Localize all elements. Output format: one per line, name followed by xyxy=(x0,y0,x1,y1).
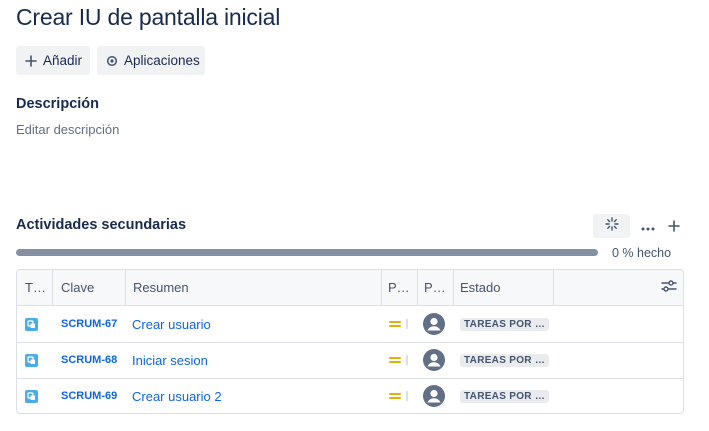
apps-button[interactable]: Aplicaciones xyxy=(97,46,205,75)
column-settings-button[interactable] xyxy=(653,270,683,305)
subtasks-table: T… Clave Resumen P… P… Estado SCRUM-67 C… xyxy=(16,269,684,414)
avatar[interactable] xyxy=(423,378,445,413)
sliders-icon xyxy=(661,279,677,296)
apps-button-label: Aplicaciones xyxy=(124,53,200,68)
column-header-type[interactable]: T… xyxy=(17,270,52,305)
status-badge[interactable]: TAREAS POR … xyxy=(460,342,550,378)
column-header-status[interactable]: Estado xyxy=(453,270,553,305)
more-actions-button[interactable] xyxy=(640,216,656,236)
subtask-type-icon xyxy=(25,342,52,378)
subtask-type-icon xyxy=(25,378,52,413)
issue-key-link[interactable]: SCRUM-69 xyxy=(61,378,117,413)
plus-icon xyxy=(668,215,680,238)
plus-icon xyxy=(25,54,37,68)
status-label: TAREAS POR … xyxy=(460,317,550,331)
description-editor[interactable]: Editar descripción xyxy=(16,122,119,137)
description-heading: Descripción xyxy=(16,96,99,112)
status-label: TAREAS POR … xyxy=(460,389,550,403)
priority-medium-icon xyxy=(389,342,408,378)
table-row[interactable]: SCRUM-69 Crear usuario 2 TAREAS POR … xyxy=(17,378,683,413)
status-label: TAREAS POR … xyxy=(460,353,550,367)
column-header-key[interactable]: Clave xyxy=(52,270,125,305)
apps-icon xyxy=(106,54,118,68)
issue-summary-link[interactable]: Crear usuario 2 xyxy=(132,378,222,413)
column-header-priority[interactable]: P… xyxy=(381,270,417,305)
issue-key-link[interactable]: SCRUM-68 xyxy=(61,342,117,378)
priority-medium-icon xyxy=(389,378,408,413)
issue-summary-link[interactable]: Crear usuario xyxy=(132,306,211,342)
add-button-label: Añadir xyxy=(43,53,83,68)
status-badge[interactable]: TAREAS POR … xyxy=(460,306,550,342)
issue-title[interactable]: Crear IU de pantalla inicial xyxy=(16,4,280,31)
priority-medium-icon xyxy=(389,306,408,342)
subtasks-progress-bar xyxy=(16,249,598,256)
ellipsis-icon xyxy=(641,218,655,234)
subtasks-heading: Actividades secundarias xyxy=(16,217,187,233)
column-header-summary[interactable]: Resumen xyxy=(125,270,381,305)
table-row[interactable]: SCRUM-67 Crear usuario TAREAS POR … xyxy=(17,306,683,342)
issue-key-link[interactable]: SCRUM-67 xyxy=(61,306,117,342)
column-header-assignee[interactable]: P… xyxy=(417,270,453,305)
ai-suggest-button[interactable] xyxy=(593,214,630,238)
add-button[interactable]: Añadir xyxy=(16,46,90,75)
table-row[interactable]: SCRUM-68 Iniciar sesion TAREAS POR … xyxy=(17,342,683,378)
avatar[interactable] xyxy=(423,306,445,342)
sparkle-icon xyxy=(604,216,619,236)
progress-text: 0 % hecho xyxy=(612,246,672,260)
avatar[interactable] xyxy=(423,342,445,378)
status-badge[interactable]: TAREAS POR … xyxy=(460,378,550,413)
add-subtask-button[interactable] xyxy=(666,216,682,236)
issue-summary-link[interactable]: Iniciar sesion xyxy=(132,342,208,378)
subtask-type-icon xyxy=(25,306,52,342)
table-header: T… Clave Resumen P… P… Estado xyxy=(17,270,683,306)
